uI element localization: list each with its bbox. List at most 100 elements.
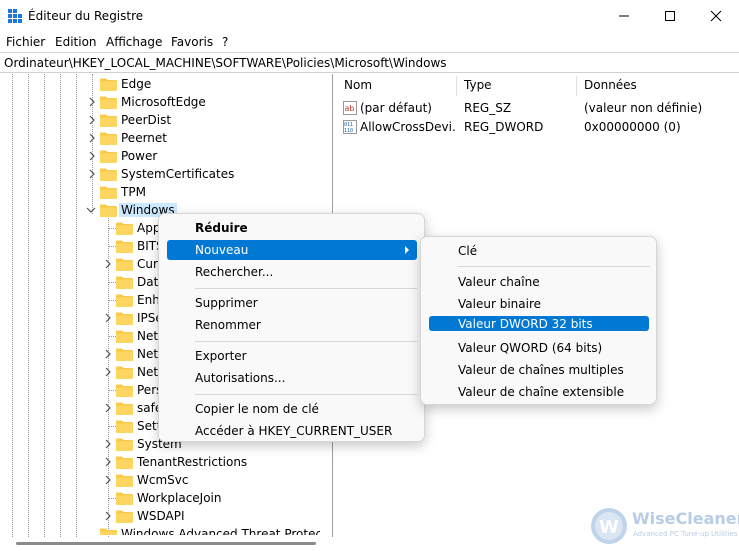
- folder-icon: [116, 492, 133, 505]
- wisecleaner-watermark: W WiseCleaner Advanced PC Tune-up Utilit…: [590, 505, 739, 547]
- dword-value-icon: 011110: [343, 120, 357, 134]
- chevron-right-icon[interactable]: [103, 258, 113, 270]
- tree-item-label: WorkplaceJoin: [137, 491, 222, 505]
- column-divider[interactable]: [576, 76, 577, 96]
- column-header-row: Nom Type Données: [336, 74, 739, 98]
- submenu-item-dword-32[interactable]: Valeur DWORD 32 bits: [429, 316, 649, 331]
- watermark-name: WiseCleaner: [632, 509, 739, 528]
- column-header-name[interactable]: Nom: [344, 78, 372, 92]
- chevron-down-icon[interactable]: [86, 204, 96, 216]
- tree-item[interactable]: WcmSvc: [0, 471, 320, 489]
- submenu-item-qword-64[interactable]: Valeur QWORD (64 bits): [429, 338, 649, 358]
- column-divider[interactable]: [456, 76, 457, 96]
- menu-help[interactable]: ?: [222, 35, 228, 49]
- submenu-item-chaines-multiples[interactable]: Valeur de chaînes multiples: [429, 360, 649, 380]
- tree-item[interactable]: Edge: [0, 75, 320, 93]
- tree-item-label: MicrosoftEdge: [121, 95, 206, 109]
- close-button[interactable]: [693, 0, 739, 32]
- submenu-arrow-icon: [405, 246, 409, 254]
- folder-icon: [116, 276, 133, 289]
- folder-icon: [100, 132, 117, 145]
- folder-icon: [116, 240, 133, 253]
- tree-item-label: PeerDist: [121, 113, 172, 127]
- chevron-right-icon[interactable]: [87, 168, 97, 180]
- chevron-right-icon[interactable]: [103, 312, 113, 324]
- address-path[interactable]: Ordinateur\HKEY_LOCAL_MACHINE\SOFTWARE\P…: [4, 56, 447, 70]
- menu-edition[interactable]: Edition: [55, 35, 97, 49]
- menu-item-exporter[interactable]: Exporter: [167, 346, 417, 366]
- tree-item[interactable]: Power: [0, 147, 320, 165]
- menu-item-label: Accéder à HKEY_CURRENT_USER: [195, 424, 393, 438]
- watermark-tagline: Advanced PC Tune-up Utilities: [633, 530, 738, 538]
- tree-item[interactable]: TenantRestrictions: [0, 453, 320, 471]
- tree-item[interactable]: Peernet: [0, 129, 320, 147]
- menu-item-supprimer[interactable]: Supprimer: [167, 293, 417, 313]
- menu-item-reduire[interactable]: Réduire: [167, 218, 417, 238]
- chevron-right-icon[interactable]: [103, 456, 113, 468]
- folder-icon: [100, 528, 117, 535]
- submenu-item-valeur-chaine[interactable]: Valeur chaîne: [429, 272, 649, 292]
- tree-item-label: Net: [137, 365, 159, 379]
- menu-item-label: Renommer: [195, 318, 261, 332]
- folder-icon: [100, 78, 117, 91]
- chevron-right-icon[interactable]: [87, 132, 97, 144]
- tree-item[interactable]: SystemCertificates: [0, 165, 320, 183]
- chevron-right-icon[interactable]: [103, 348, 113, 360]
- chevron-right-icon[interactable]: [103, 402, 113, 414]
- menu-favoris[interactable]: Favoris: [171, 35, 213, 49]
- address-bar[interactable]: Ordinateur\HKEY_LOCAL_MACHINE\SOFTWARE\P…: [0, 52, 739, 73]
- tree-item-partial[interactable]: Windows Advanced Threat Protection: [0, 525, 320, 535]
- tree-item-label: Power: [121, 149, 158, 163]
- menu-item-label: Valeur de chaîne extensible: [458, 385, 625, 399]
- tree-item[interactable]: MicrosoftEdge: [0, 93, 320, 111]
- title-bar: Éditeur du Registre: [0, 0, 739, 32]
- wisecleaner-logo-icon: W: [591, 508, 627, 544]
- folder-icon: [116, 330, 133, 343]
- chevron-right-icon[interactable]: [103, 366, 113, 378]
- tree-guide: [108, 390, 116, 391]
- menu-item-acceder-hkcu[interactable]: Accéder à HKEY_CURRENT_USER: [167, 421, 417, 441]
- maximize-button[interactable]: [647, 0, 693, 32]
- table-row[interactable]: 011 110 AllowCrossDevi... REG_DWORD 0x000…: [336, 118, 739, 137]
- menu-item-label: Réduire: [195, 221, 248, 235]
- tree-item[interactable]: PeerDist: [0, 111, 320, 129]
- value-data: (valeur non définie): [584, 101, 703, 115]
- folder-icon: [100, 114, 117, 127]
- svg-text:110: 110: [344, 128, 353, 134]
- submenu-item-chaine-extensible[interactable]: Valeur de chaîne extensible: [429, 382, 649, 402]
- tree-item-label: Net: [137, 329, 159, 343]
- chevron-right-icon[interactable]: [87, 150, 97, 162]
- column-header-data[interactable]: Données: [584, 78, 637, 92]
- menu-item-label: Autorisations...: [195, 371, 286, 385]
- menu-fichier[interactable]: Fichier: [6, 35, 45, 49]
- menu-affichage[interactable]: Affichage: [106, 35, 162, 49]
- context-menu: Réduire Nouveau Rechercher... Supprimer …: [158, 213, 425, 442]
- tree-guide: [108, 336, 116, 337]
- tree-item[interactable]: TPM: [0, 183, 320, 201]
- tree-guide: [108, 426, 116, 427]
- menu-item-rechercher[interactable]: Rechercher...: [167, 262, 417, 282]
- tree-guide: [108, 246, 116, 247]
- submenu-item-valeur-binaire[interactable]: Valeur binaire: [429, 294, 649, 314]
- tree-horizontal-scrollbar[interactable]: [0, 537, 333, 551]
- tree-guide: [108, 282, 116, 283]
- tree-item[interactable]: WSDAPI: [0, 507, 320, 525]
- menu-item-copier-nom-cle[interactable]: Copier le nom de clé: [167, 399, 417, 419]
- scrollbar-thumb[interactable]: [16, 542, 316, 545]
- chevron-right-icon[interactable]: [87, 96, 97, 108]
- chevron-right-icon[interactable]: [103, 438, 113, 450]
- menu-item-renommer[interactable]: Renommer: [167, 315, 417, 335]
- menu-item-nouveau[interactable]: Nouveau: [167, 240, 417, 260]
- menu-item-autorisations[interactable]: Autorisations...: [167, 368, 417, 388]
- chevron-right-icon[interactable]: [103, 474, 113, 486]
- tree-item[interactable]: WorkplaceJoin: [0, 489, 320, 507]
- submenu-item-cle[interactable]: Clé: [429, 241, 649, 261]
- table-row[interactable]: ab (par défaut) REG_SZ (valeur non défin…: [336, 99, 739, 118]
- chevron-right-icon[interactable]: [103, 510, 113, 522]
- folder-icon: [100, 150, 117, 163]
- tree-item-label: SystemCertificates: [121, 167, 235, 181]
- menu-item-label: Copier le nom de clé: [195, 402, 319, 416]
- chevron-right-icon[interactable]: [87, 114, 97, 126]
- minimize-button[interactable]: [601, 0, 647, 32]
- column-header-type[interactable]: Type: [464, 78, 492, 92]
